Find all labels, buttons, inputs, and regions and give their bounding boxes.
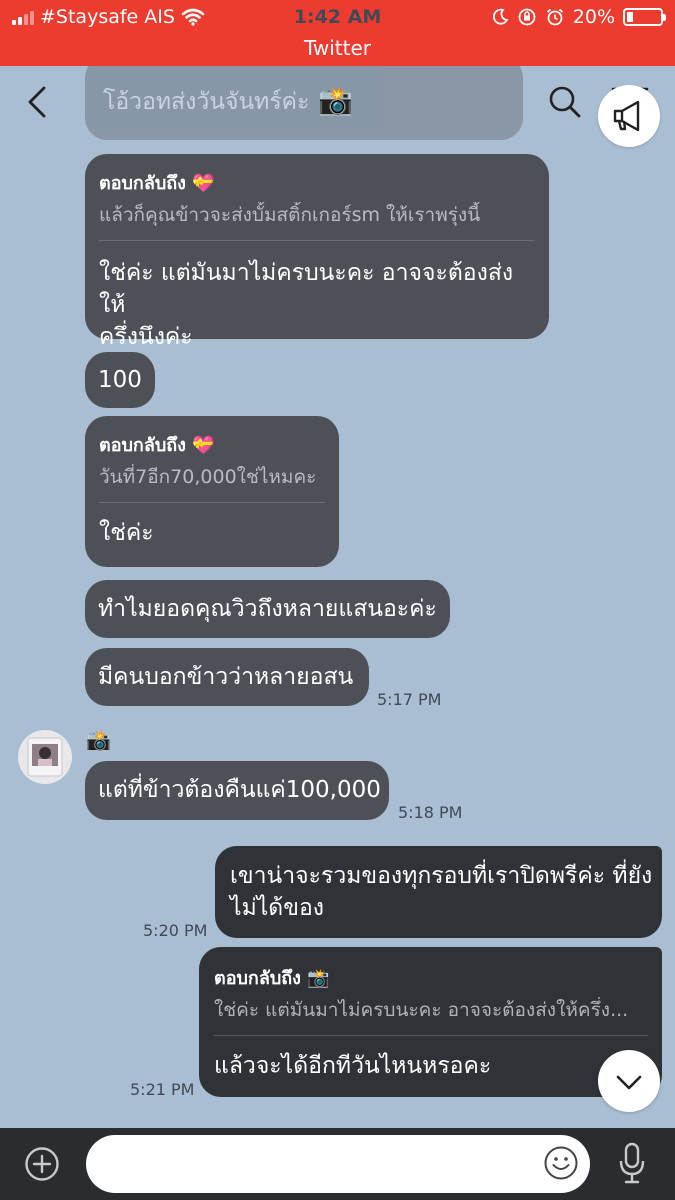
reply-divider <box>99 502 325 503</box>
message-timestamp: 5:18 PM <box>398 803 463 822</box>
message-text: มีคนบอกข้าวว่าหลายอสน <box>98 664 354 690</box>
message-text: ใช่ค่ะ <box>99 520 154 546</box>
back-chevron-icon[interactable] <box>20 82 60 122</box>
message-bubble[interactable]: ทำไมยอดคุณวิวถึงหลายแสนอะค่ะ <box>85 580 450 638</box>
composer-bar <box>0 1128 675 1200</box>
message-text: โอ้วอทส่งวันจันทร์ค่ะ <box>103 89 310 115</box>
reply-quote[interactable]: ใช่ค่ะ แต่มันมาไม่ครบนะคะ อาจจะต้องส่งให… <box>214 997 648 1023</box>
plus-circle-icon[interactable] <box>24 1146 60 1182</box>
outgoing-message-bubble[interactable]: เขาน่าจะรวมของทุกรอบที่เราปิดพรีค่ะ ที่ย… <box>215 846 662 938</box>
message-text: ใช่ค่ะ แต่มันมาไม่ครบนะคะ อาจจะต้องส่งให… <box>99 260 514 318</box>
reply-quote[interactable]: วันที่7อีก70,000ใช่ไหมคะ <box>99 464 325 490</box>
battery-fill <box>627 12 633 22</box>
reply-divider <box>99 240 535 241</box>
announcement-button[interactable] <box>598 85 660 147</box>
smiley-icon[interactable] <box>543 1145 579 1181</box>
message-timestamp: 5:17 PM <box>377 690 442 709</box>
message-text: 100 <box>98 367 142 393</box>
message-bubble[interactable]: แต่ที่ข้าวต้องคืนแค่100,000 <box>85 761 389 820</box>
reply-divider <box>214 1035 648 1036</box>
chat-title[interactable]: 📸 <box>318 84 353 117</box>
message-text-line2: ครึ่งนึงค่ะ <box>99 324 193 350</box>
status-bar: #Staysafe AIS 1:42 AM Twitter 20% <box>0 0 675 66</box>
outgoing-message-bubble-reply[interactable]: ตอบกลับถึง 📸 ใช่ค่ะ แต่มันมาไม่ครบนะคะ อ… <box>199 947 662 1097</box>
sender-name: 📸 <box>86 728 111 752</box>
message-bubble[interactable]: 100 <box>85 352 155 408</box>
message-bubble-reply[interactable]: ตอบกลับถึง 💝 วันที่7อีก70,000ใช่ไหมคะ ใช… <box>85 416 339 567</box>
message-text: แล้วจะได้อีกทีวันไหนหรอคะ <box>214 1053 492 1079</box>
avatar[interactable] <box>18 730 72 784</box>
battery-icon <box>623 8 666 26</box>
message-timestamp: 5:21 PM <box>130 1080 195 1099</box>
rotation-lock-icon <box>518 8 536 26</box>
message-timestamp: 5:20 PM <box>143 921 208 940</box>
reply-label: ตอบกลับถึง 💝 <box>99 435 215 456</box>
reply-quote[interactable]: แล้วก็คุณข้าวจะส่งบั้มสติ้กเกอร์sm ให้เร… <box>99 202 535 228</box>
back-to-app-label[interactable]: Twitter <box>0 36 675 60</box>
avatar-photo-icon <box>27 737 63 777</box>
message-bubble[interactable]: โอ้วอทส่งวันจันทร์ค่ะ <box>85 66 523 140</box>
battery-percent: 20% <box>572 6 615 28</box>
moon-icon <box>492 8 509 25</box>
message-text: ทำไมยอดคุณวิวถึงหลายแสนอะค่ะ <box>98 596 437 622</box>
chat-area[interactable]: โอ้วอทส่งวันจันทร์ค่ะ ตอบกลับถึง 💝 แล้วก… <box>0 66 675 1128</box>
status-right-group: 20% <box>491 6 666 28</box>
message-text: เขาน่าจะรวมของทุกรอบที่เราปิดพรีค่ะ ที่ย… <box>230 863 653 889</box>
alarm-icon <box>546 8 563 26</box>
chevron-down-icon <box>616 1075 642 1090</box>
reply-label: ตอบกลับถึง 💝 <box>99 173 215 194</box>
scroll-to-bottom-button[interactable] <box>598 1050 660 1112</box>
message-text: แต่ที่ข้าวต้องคืนแค่100,000 <box>98 777 381 803</box>
message-bubble-reply[interactable]: ตอบกลับถึง 💝 แล้วก็คุณข้าวจะส่งบั้มสติ้ก… <box>85 154 549 350</box>
search-icon[interactable] <box>545 82 585 122</box>
reply-label: ตอบกลับถึง 📸 <box>214 968 330 989</box>
message-bubble[interactable]: มีคนบอกข้าวว่าหลายอสน <box>85 648 369 706</box>
message-input[interactable] <box>86 1135 590 1193</box>
microphone-icon[interactable] <box>617 1142 647 1184</box>
message-text-line2: ไม่ได้ของ <box>230 895 324 921</box>
megaphone-icon <box>613 100 640 132</box>
